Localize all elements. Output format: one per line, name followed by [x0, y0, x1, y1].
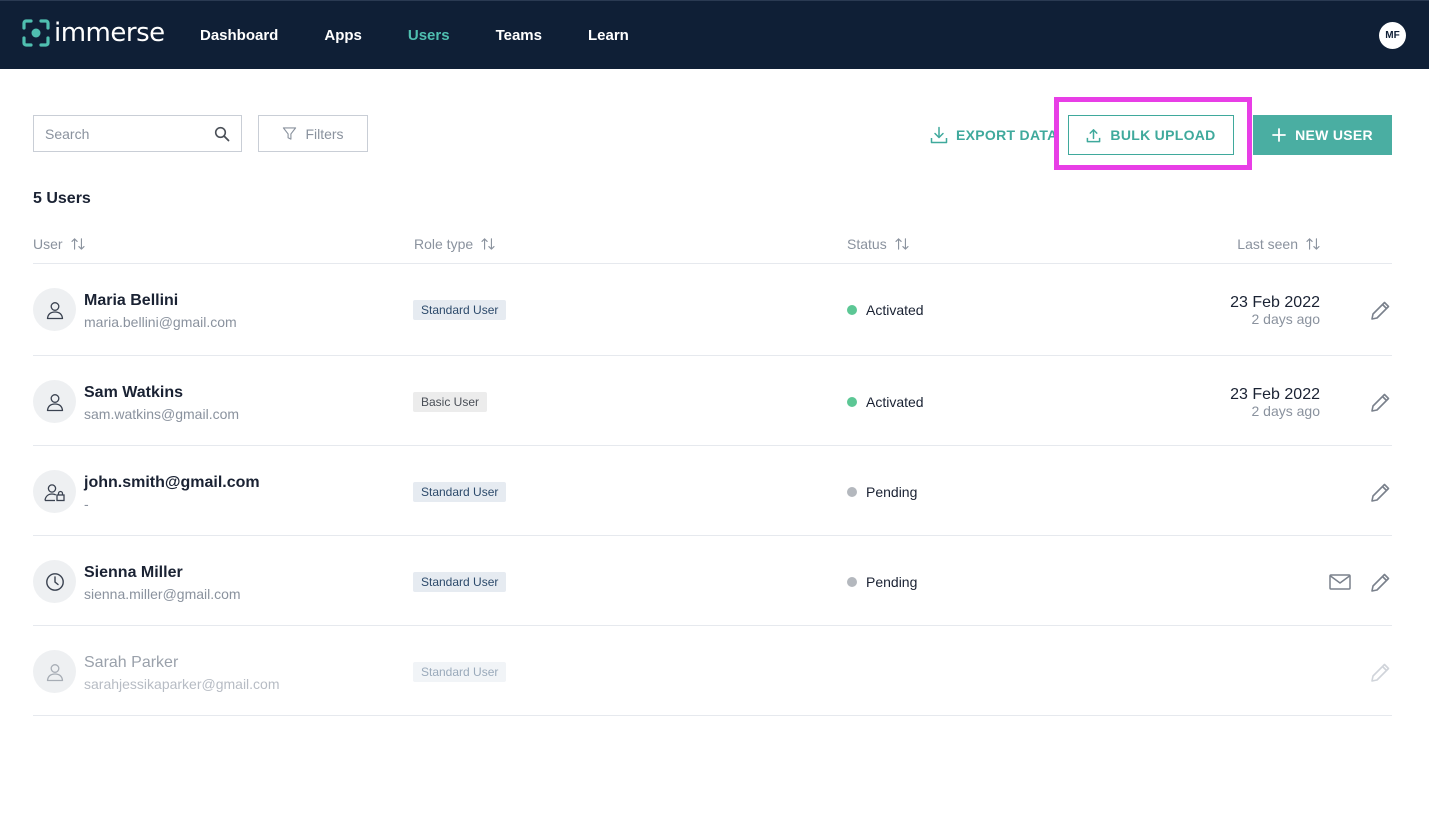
- user-icon: [46, 663, 63, 681]
- download-icon: [930, 126, 948, 144]
- export-data-label: EXPORT DATA: [956, 127, 1058, 143]
- status-label: Pending: [866, 484, 918, 500]
- user-count: 5 Users: [33, 190, 91, 207]
- status-indicator: Pending: [847, 574, 917, 590]
- table-row[interactable]: john.smith@gmail.com - Standard User Pen…: [33, 446, 1392, 536]
- avatar: [33, 470, 76, 513]
- filters-button[interactable]: Filters: [258, 115, 368, 152]
- user-avatar[interactable]: MF: [1379, 22, 1406, 49]
- resend-invite-mail-icon[interactable]: [1328, 572, 1352, 592]
- status-indicator: Pending: [847, 484, 917, 500]
- nav-item-learn[interactable]: Learn: [588, 27, 629, 44]
- edit-pencil-icon[interactable]: [1368, 661, 1392, 685]
- export-data-button[interactable]: EXPORT DATA: [930, 124, 1058, 146]
- nav-item-dashboard[interactable]: Dashboard: [200, 27, 278, 44]
- sort-icon: [481, 238, 495, 250]
- user-name[interactable]: Sam Watkins: [84, 384, 183, 402]
- table-row[interactable]: Sienna Miller sienna.miller@gmail.com St…: [33, 536, 1392, 626]
- avatar: [33, 288, 76, 331]
- table-row[interactable]: Maria Bellini maria.bellini@gmail.com St…: [33, 264, 1392, 354]
- user-lock-icon: [43, 483, 65, 501]
- table-row[interactable]: Sam Watkins sam.watkins@gmail.com Basic …: [33, 356, 1392, 446]
- status-dot: [847, 577, 857, 587]
- role-badge: Standard User: [413, 482, 507, 502]
- filter-icon: [283, 127, 297, 140]
- user-name[interactable]: Maria Bellini: [84, 292, 178, 310]
- divider: [33, 715, 1392, 716]
- nav-item-apps[interactable]: Apps: [324, 27, 362, 44]
- edit-pencil-icon[interactable]: [1368, 299, 1392, 323]
- last-seen-date: 23 Feb 2022: [1230, 386, 1320, 403]
- new-user-button[interactable]: NEW USER: [1253, 115, 1392, 155]
- sort-icon: [895, 238, 909, 250]
- new-user-label: NEW USER: [1295, 127, 1373, 143]
- column-header-status-label: Status: [847, 236, 887, 252]
- filters-label: Filters: [305, 125, 344, 142]
- status-dot: [847, 487, 857, 497]
- status-label: Pending: [866, 574, 918, 590]
- avatar: [33, 650, 76, 693]
- avatar: [33, 380, 76, 423]
- nav-item-teams[interactable]: Teams: [496, 27, 542, 44]
- sort-icon: [71, 238, 85, 250]
- column-header-last-seen-label: Last seen: [1237, 236, 1298, 252]
- bulk-upload-button[interactable]: BULK UPLOAD: [1068, 115, 1234, 155]
- user-email: sarahjessikaparker@gmail.com: [84, 676, 280, 692]
- edit-pencil-icon[interactable]: [1368, 571, 1392, 595]
- plus-icon: [1272, 128, 1286, 142]
- user-email: sam.watkins@gmail.com: [84, 406, 240, 422]
- status-label: Activated: [866, 394, 924, 410]
- user-name[interactable]: Sienna Miller: [84, 564, 183, 582]
- bulk-upload-label: BULK UPLOAD: [1110, 127, 1216, 143]
- role-badge: Basic User: [413, 392, 488, 412]
- column-header-role[interactable]: Role type: [414, 235, 495, 253]
- last-seen-relative: 2 days ago: [1251, 403, 1321, 419]
- clock-icon: [45, 572, 64, 591]
- edit-pencil-icon[interactable]: [1368, 481, 1392, 505]
- user-email: sienna.miller@gmail.com: [84, 586, 241, 602]
- upload-icon: [1087, 128, 1101, 142]
- user-icon: [46, 393, 63, 411]
- role-badge: Standard User: [413, 300, 507, 320]
- table-row[interactable]: Sarah Parker sarahjessikaparker@gmail.co…: [33, 626, 1392, 716]
- search-box: [33, 115, 242, 152]
- immerse-logo[interactable]: immerse: [22, 18, 165, 48]
- user-name[interactable]: Sarah Parker: [84, 654, 178, 672]
- status-indicator: Activated: [847, 394, 924, 410]
- column-header-role-label: Role type: [414, 236, 474, 252]
- column-header-user[interactable]: User: [33, 235, 85, 253]
- role-badge: Standard User: [413, 662, 507, 682]
- logo-mark-icon: [22, 19, 50, 47]
- avatar: [33, 560, 76, 603]
- top-navigation-bar: immerse Dashboard Apps Users Teams Learn…: [0, 0, 1429, 69]
- user-name[interactable]: john.smith@gmail.com: [84, 474, 260, 492]
- status-indicator: Activated: [847, 302, 924, 318]
- user-email: maria.bellini@gmail.com: [84, 314, 237, 330]
- logo-text: immerse: [54, 18, 165, 48]
- sort-icon: [1306, 238, 1320, 250]
- status-dot: [847, 305, 857, 315]
- user-icon: [46, 301, 63, 319]
- nav-item-users[interactable]: Users: [408, 27, 450, 44]
- column-header-status[interactable]: Status: [847, 235, 909, 253]
- column-header-user-label: User: [33, 236, 63, 252]
- last-seen-relative: 2 days ago: [1251, 311, 1321, 327]
- last-seen-date: 23 Feb 2022: [1230, 294, 1320, 311]
- search-input[interactable]: [34, 116, 204, 151]
- main-nav: Dashboard Apps Users Teams Learn: [200, 1, 675, 70]
- search-icon[interactable]: [214, 126, 230, 142]
- status-label: Activated: [866, 302, 924, 318]
- column-header-last-seen[interactable]: Last seen: [1237, 235, 1320, 253]
- role-badge: Standard User: [413, 572, 507, 592]
- edit-pencil-icon[interactable]: [1368, 391, 1392, 415]
- status-dot: [847, 397, 857, 407]
- user-email: -: [84, 496, 89, 512]
